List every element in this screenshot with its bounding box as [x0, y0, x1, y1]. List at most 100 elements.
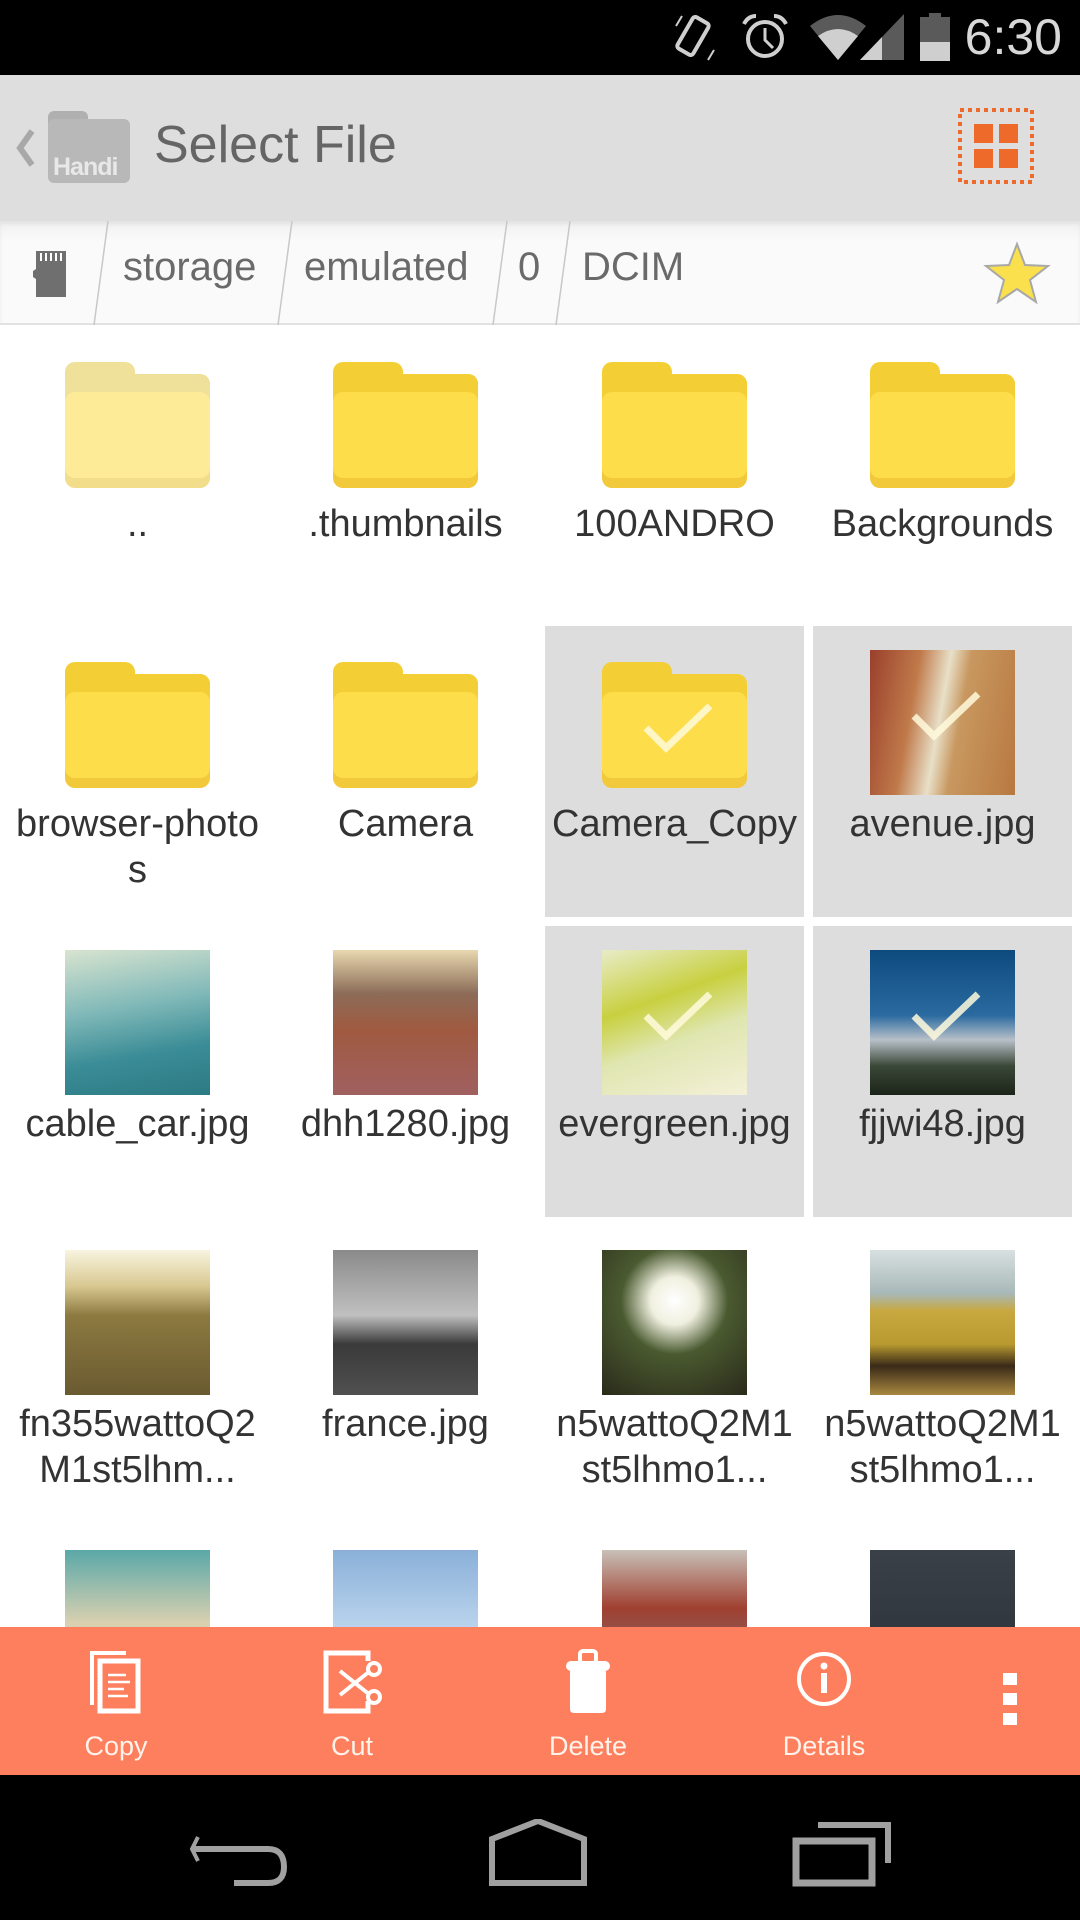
folder-item[interactable]: .thumbnails — [276, 326, 535, 617]
file-item[interactable] — [813, 1526, 1072, 1627]
up-navigation[interactable]: Handi — [0, 75, 140, 221]
file-name: .. — [126, 503, 149, 545]
file-name: browser-photos — [16, 803, 259, 891]
selection-overlay — [602, 662, 747, 788]
file-name: n5wattoQ2M1st5lhmo1... — [824, 1403, 1061, 1491]
breadcrumb: storage emulated 0 DCIM — [0, 221, 1080, 325]
breadcrumb-storage[interactable]: storage — [123, 245, 256, 290]
file-name: evergreen.jpg — [558, 1103, 791, 1145]
folder-item[interactable]: browser-photos — [8, 626, 267, 917]
home-icon[interactable] — [488, 1819, 588, 1889]
image-thumbnail — [870, 1250, 1015, 1395]
app-logo: Handi — [46, 109, 132, 185]
nav-bar — [0, 1775, 1080, 1920]
image-thumbnail — [333, 1250, 478, 1395]
breadcrumb-separator — [492, 221, 508, 325]
file-item[interactable]: france.jpg — [276, 1226, 535, 1517]
folder-icon — [333, 362, 478, 488]
file-item[interactable]: cable_car.jpg — [8, 926, 267, 1217]
file-name: cable_car.jpg — [25, 1103, 250, 1145]
file-name: france.jpg — [322, 1403, 489, 1445]
file-name: .thumbnails — [308, 503, 503, 545]
action-bar: Copy Cut Delete Details — [0, 1627, 1080, 1775]
folder-icon — [602, 362, 747, 488]
overflow-menu-icon[interactable] — [990, 1657, 1030, 1737]
vibrate-icon — [675, 15, 715, 61]
file-name: dhh1280.jpg — [300, 1103, 511, 1145]
image-thumbnail — [65, 950, 210, 1095]
folder-item[interactable]: 100ANDRO — [545, 326, 804, 617]
info-icon — [797, 1652, 851, 1706]
folder-item[interactable]: Camera — [276, 626, 535, 917]
parent-folder-icon — [65, 362, 210, 488]
file-grid: .. .thumbnails 100ANDRO Backgrounds browser-… — [0, 326, 1080, 1627]
details-label: Details — [782, 1731, 866, 1761]
file-item[interactable]: dhh1280.jpg — [276, 926, 535, 1217]
status-time: 6:30 — [964, 9, 1062, 65]
checkmark-icon — [911, 991, 981, 1041]
copy-label: Copy — [84, 1731, 148, 1761]
image-thumbnail — [870, 950, 1015, 1095]
file-item[interactable]: avenue.jpg — [813, 626, 1072, 917]
breadcrumb-0[interactable]: 0 — [518, 245, 540, 290]
star-icon[interactable] — [983, 241, 1051, 305]
file-name: 100ANDRO — [574, 503, 775, 545]
file-item[interactable]: n5wattoQ2M1st5lhmo1... — [545, 1226, 804, 1517]
recents-icon[interactable] — [792, 1819, 892, 1889]
image-thumbnail — [65, 1250, 210, 1395]
cut-icon — [323, 1650, 382, 1714]
file-name: fn355wattoQ2M1st5lhm... — [19, 1403, 256, 1491]
image-thumbnail — [870, 650, 1015, 795]
delete-button[interactable]: Delete — [488, 1627, 688, 1775]
details-button[interactable]: Details — [724, 1627, 924, 1775]
file-item[interactable]: n5wattoQ2M1st5lhmo1... — [813, 1226, 1072, 1517]
folder-item[interactable]: Camera_Copy — [545, 626, 804, 917]
breadcrumb-separator — [277, 221, 293, 325]
copy-icon — [90, 1651, 141, 1714]
folder-item[interactable]: Backgrounds — [813, 326, 1072, 617]
image-thumbnail — [602, 1250, 747, 1395]
image-thumbnail — [65, 1550, 210, 1627]
file-name: fjjwi48.jpg — [859, 1103, 1026, 1145]
file-item[interactable] — [8, 1526, 267, 1627]
folder-item[interactable]: .. — [8, 326, 267, 617]
page-title: Select File — [154, 116, 397, 174]
chevron-left-icon — [16, 129, 35, 167]
cell-signal-icon — [860, 14, 904, 60]
alarm-icon — [742, 14, 788, 58]
file-item[interactable]: evergreen.jpg — [545, 926, 804, 1217]
image-thumbnail — [333, 950, 478, 1095]
logo-text: Handi — [53, 153, 118, 181]
file-item[interactable]: fn355wattoQ2M1st5lhm... — [8, 1226, 267, 1517]
app-header: Handi Select File — [0, 75, 1080, 221]
breadcrumb-separator — [555, 221, 571, 325]
trash-icon — [566, 1649, 610, 1713]
breadcrumb-emulated[interactable]: emulated — [304, 245, 469, 290]
folder-icon — [333, 662, 478, 788]
file-name: n5wattoQ2M1st5lhmo1... — [556, 1403, 793, 1491]
sd-card-icon[interactable] — [32, 249, 68, 299]
breadcrumb-dcim[interactable]: DCIM — [582, 245, 684, 290]
checkmark-icon — [643, 991, 713, 1041]
cut-button[interactable]: Cut — [252, 1627, 452, 1775]
file-item[interactable] — [545, 1526, 804, 1627]
file-item[interactable] — [276, 1526, 535, 1627]
cut-label: Cut — [330, 1731, 374, 1761]
image-thumbnail — [333, 1550, 478, 1627]
folder-icon — [870, 362, 1015, 488]
file-item[interactable]: fjjwi48.jpg — [813, 926, 1072, 1217]
checkmark-icon — [643, 703, 713, 753]
copy-button[interactable]: Copy — [16, 1627, 216, 1775]
file-name: Camera_Copy — [552, 803, 797, 845]
image-thumbnail — [602, 1550, 747, 1627]
status-bar: 6:30 — [0, 0, 1080, 75]
folder-icon — [65, 662, 210, 788]
battery-icon — [920, 13, 950, 61]
image-thumbnail — [602, 950, 747, 1095]
delete-label: Delete — [548, 1731, 628, 1761]
file-name: Backgrounds — [831, 503, 1054, 545]
file-name: avenue.jpg — [849, 803, 1036, 845]
grid-view-icon[interactable] — [957, 107, 1035, 185]
image-thumbnail — [870, 1550, 1015, 1627]
back-icon[interactable] — [188, 1819, 288, 1889]
